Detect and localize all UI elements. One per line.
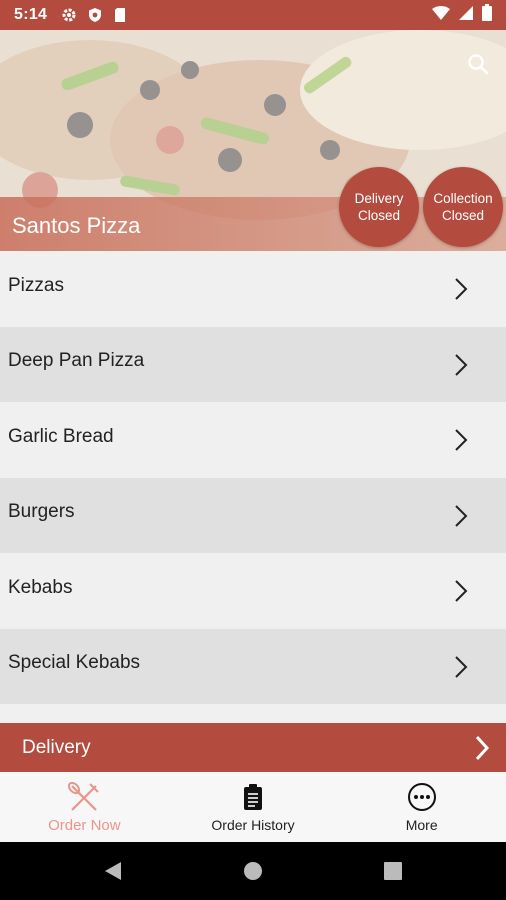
menu-item-kebabs[interactable]: Kebabs (0, 553, 506, 629)
collection-badge-line1: Collection (433, 191, 493, 206)
menu-item-label: Pizzas (8, 274, 64, 296)
nav-order-now[interactable]: Order Now (0, 772, 169, 842)
menu-item-special-kebabs[interactable]: Special Kebabs (0, 628, 506, 704)
status-bar: 5:14 (0, 0, 506, 30)
home-icon[interactable] (243, 861, 263, 886)
nav-order-now-label: Order Now (48, 817, 121, 834)
clipboard-icon (243, 781, 263, 813)
chevron-right-icon (454, 504, 468, 534)
menu-item-label: Garlic Bread (8, 425, 114, 447)
menu-item-pizzas[interactable]: Pizzas (0, 251, 506, 327)
chevron-right-icon (454, 428, 468, 458)
back-icon[interactable] (103, 861, 123, 886)
delivery-mode-bar[interactable]: Delivery (0, 723, 506, 772)
chevron-right-icon (454, 277, 468, 307)
menu-item-garlic-bread[interactable]: Garlic Bread (0, 402, 506, 478)
chevron-right-icon (474, 735, 490, 767)
delivery-bar-label: Delivery (22, 736, 91, 758)
signal-icon (458, 5, 474, 26)
fork-knife-icon (68, 781, 100, 813)
collection-badge-line2: Closed (441, 208, 485, 223)
delivery-status-badge: Delivery Closed (339, 167, 419, 247)
menu-item-label: Burgers (8, 501, 75, 523)
menu-item-label: Deep Pan Pizza (8, 350, 145, 372)
menu-item-burgers[interactable]: Burgers (0, 477, 506, 553)
hero-banner: Santos Pizza Delivery Closed Collection … (0, 30, 506, 251)
delivery-badge-line2: Closed (357, 208, 401, 223)
search-icon[interactable] (464, 50, 492, 78)
nav-order-history-label: Order History (211, 817, 295, 833)
chevron-right-icon (454, 655, 468, 685)
nav-more[interactable]: More (337, 772, 506, 842)
nav-order-history[interactable]: Order History (169, 772, 338, 842)
menu-item-deep-pan-pizza[interactable]: Deep Pan Pizza (0, 326, 506, 402)
menu-item-label: Kebabs (8, 576, 73, 598)
gear-icon (61, 7, 77, 23)
sd-card-icon (113, 7, 127, 23)
restaurant-name: Santos Pizza (12, 213, 141, 238)
delivery-badge-line1: Delivery (354, 191, 404, 206)
battery-icon (482, 4, 492, 26)
collection-status-badge: Collection Closed (423, 167, 503, 247)
status-time: 5:14 (14, 6, 48, 23)
menu-item-label: Special Kebabs (8, 652, 141, 674)
system-nav-bar (0, 842, 506, 900)
wifi-icon (432, 5, 450, 26)
more-icon (407, 781, 437, 813)
shield-icon (87, 7, 103, 23)
menu-category-list: Pizzas Deep Pan Pizza Garlic Bread Burge… (0, 251, 506, 704)
recents-icon[interactable] (384, 861, 402, 886)
chevron-right-icon (454, 579, 468, 609)
chevron-right-icon (454, 353, 468, 383)
bottom-nav: Order Now Order History More (0, 772, 506, 842)
nav-more-label: More (405, 817, 438, 833)
